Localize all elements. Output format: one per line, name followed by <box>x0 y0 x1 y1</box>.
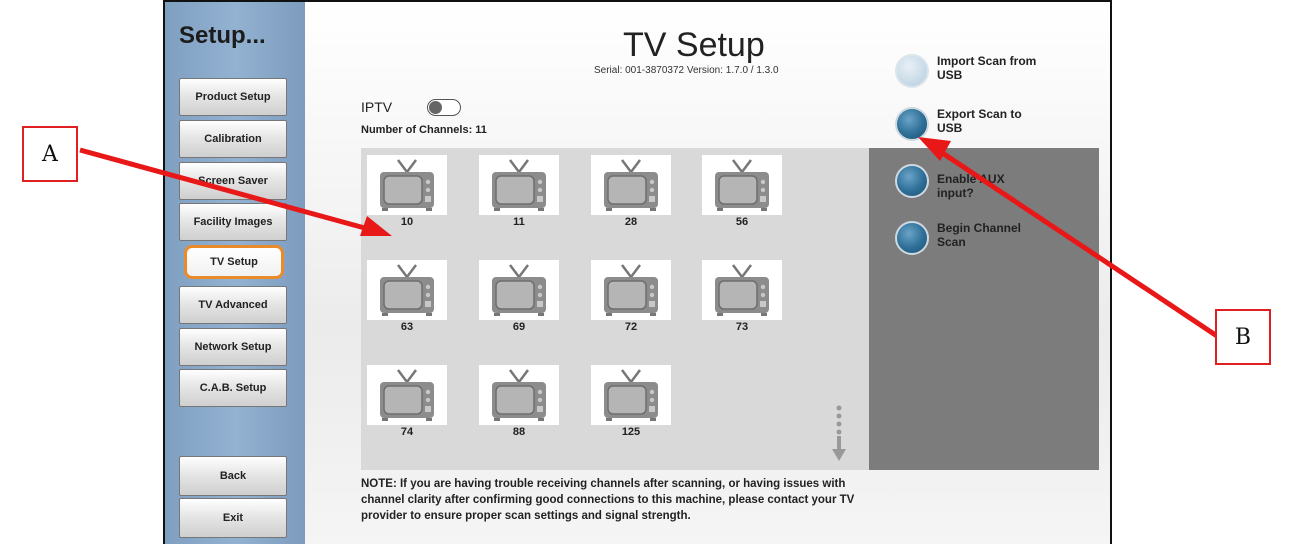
channel-tile[interactable]: 69 <box>479 260 559 333</box>
nav-tv-setup-button[interactable]: TV Setup <box>184 245 284 279</box>
tv-icon <box>591 365 671 425</box>
callout-a: A <box>22 126 78 182</box>
channel-tile[interactable]: 73 <box>702 260 782 333</box>
exit-button[interactable]: Exit <box>179 498 287 538</box>
export-scan-action[interactable]: Export Scan to USB <box>895 107 1037 141</box>
channel-number: 28 <box>624 216 638 228</box>
tv-icon <box>591 260 671 320</box>
tv-icon <box>591 155 671 215</box>
round-button-icon[interactable] <box>895 107 929 141</box>
round-button-icon[interactable] <box>895 221 929 255</box>
channel-grid: 10 11 28 56 63 69 72 73 74 88 125 <box>361 148 869 470</box>
nav-screen-saver-button[interactable]: Screen Saver <box>179 162 287 200</box>
channel-tile[interactable]: 28 <box>591 155 671 228</box>
tv-icon <box>479 260 559 320</box>
channel-tile[interactable]: 125 <box>591 365 671 438</box>
callout-b: B <box>1215 309 1271 365</box>
enable-aux-action[interactable]: Enable AUX input? <box>895 164 1037 200</box>
channel-number: 69 <box>512 321 526 333</box>
device-screen: Setup... Product Setup Calibration Scree… <box>163 0 1112 544</box>
iptv-toggle[interactable] <box>427 99 461 116</box>
annotated-screenshot: Setup... Product Setup Calibration Scree… <box>0 0 1293 544</box>
nav-cab-setup-button[interactable]: C.A.B. Setup <box>179 369 287 407</box>
tv-icon <box>367 260 447 320</box>
channel-number: 10 <box>400 216 414 228</box>
tv-icon <box>367 365 447 425</box>
begin-scan-label: Begin Channel Scan <box>937 221 1022 249</box>
export-scan-label: Export Scan to USB <box>937 107 1022 135</box>
channel-number: 11 <box>513 216 525 228</box>
round-button-icon[interactable] <box>895 54 929 88</box>
channel-tile[interactable]: 11 <box>479 155 559 228</box>
channel-tile[interactable]: 74 <box>367 365 447 438</box>
channel-number: 88 <box>512 426 526 438</box>
scroll-down-icon[interactable] <box>832 405 846 465</box>
tv-icon <box>702 260 782 320</box>
channel-tile[interactable]: 72 <box>591 260 671 333</box>
tv-icon <box>479 365 559 425</box>
sidebar: Setup... Product Setup Calibration Scree… <box>165 2 305 544</box>
begin-scan-action[interactable]: Begin Channel Scan <box>895 221 1037 255</box>
channel-number: 56 <box>735 216 749 228</box>
scan-note: NOTE: If you are having trouble receivin… <box>361 478 855 522</box>
channel-number: 63 <box>400 321 414 333</box>
back-button[interactable]: Back <box>179 456 287 496</box>
channel-tile[interactable]: 88 <box>479 365 559 438</box>
channel-tile[interactable]: 63 <box>367 260 447 333</box>
import-scan-action[interactable]: Import Scan from USB <box>895 54 1037 88</box>
tv-icon <box>367 155 447 215</box>
nav-facility-images-button[interactable]: Facility Images <box>179 203 287 241</box>
serial-version: Serial: 001-3870372 Version: 1.7.0 / 1.3… <box>594 65 779 76</box>
enable-aux-label: Enable AUX input? <box>937 172 1005 200</box>
page-title: TV Setup <box>623 26 765 64</box>
channel-tile[interactable]: 56 <box>702 155 782 228</box>
tv-icon <box>702 155 782 215</box>
channel-number: 125 <box>621 426 641 438</box>
nav-product-setup-button[interactable]: Product Setup <box>179 78 287 116</box>
nav-network-setup-button[interactable]: Network Setup <box>179 328 287 366</box>
channel-count: Number of Channels: 11 <box>361 124 487 136</box>
import-scan-label: Import Scan from USB <box>937 54 1037 82</box>
tv-icon <box>479 155 559 215</box>
toggle-knob <box>429 101 442 114</box>
round-button-icon[interactable] <box>895 164 929 198</box>
nav-tv-advanced-button[interactable]: TV Advanced <box>179 286 287 324</box>
channel-tile[interactable]: 10 <box>367 155 447 228</box>
channel-number: 72 <box>624 321 638 333</box>
sidebar-title: Setup... <box>179 22 266 49</box>
nav-calibration-button[interactable]: Calibration <box>179 120 287 158</box>
channel-number: 73 <box>735 321 749 333</box>
iptv-label: IPTV <box>361 99 393 115</box>
channel-number: 74 <box>400 426 414 438</box>
